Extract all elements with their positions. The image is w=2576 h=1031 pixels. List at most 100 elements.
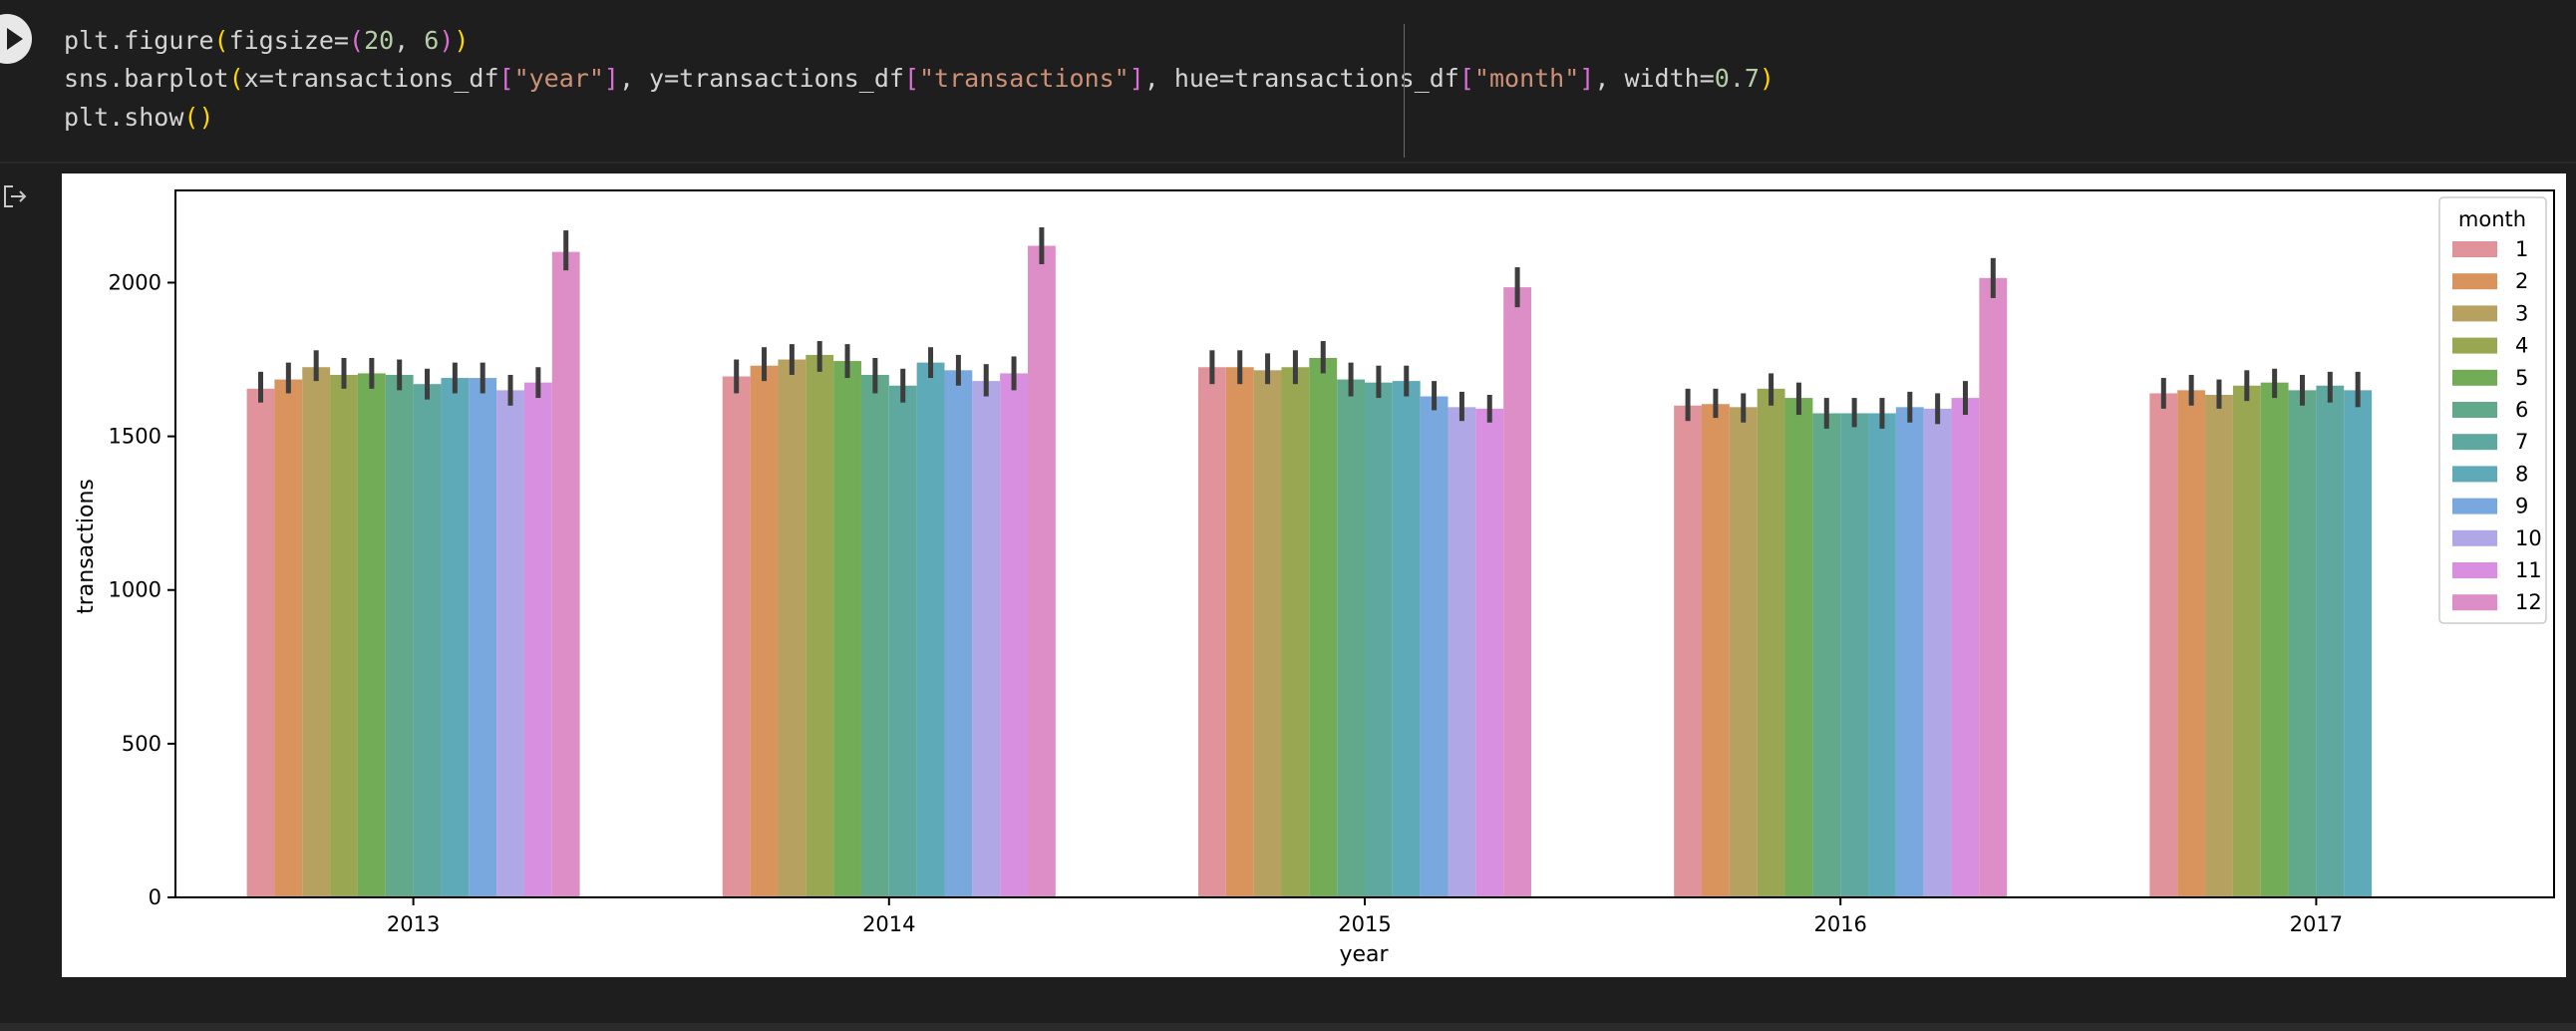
bar (972, 381, 1001, 897)
bar (916, 362, 945, 897)
code-token: [ (498, 64, 514, 93)
bar (2344, 390, 2373, 897)
code-token: plt.show (64, 103, 184, 132)
bar (2288, 390, 2317, 897)
bar (1309, 358, 1338, 897)
code-token: figsize= (228, 26, 349, 55)
x-tick-label: 2013 (387, 912, 440, 936)
code-token: [ (1458, 64, 1474, 93)
bar (274, 379, 303, 897)
bar (1784, 398, 1813, 897)
legend-label: 1 (2515, 237, 2528, 261)
bar (2205, 394, 2233, 897)
legend-swatch (2452, 337, 2497, 354)
bar (2177, 390, 2206, 897)
output-panel: 0 500 1000 1500 2000 2013 2014 2015 2016 2017 ye… (62, 173, 2566, 977)
bar (1729, 407, 1758, 897)
bar (1840, 413, 1869, 897)
legend-swatch (2452, 241, 2497, 257)
code-token: ) (439, 26, 455, 55)
bars-layer (246, 245, 2373, 898)
bar (1027, 245, 1056, 897)
legend-label: 11 (2515, 558, 2542, 582)
bar (551, 251, 580, 897)
bar (1392, 381, 1421, 897)
code-line-1[interactable]: plt.figure(figsize=(20, 6)) (64, 26, 469, 55)
bar (860, 374, 889, 897)
bar (1868, 413, 1896, 897)
x-tick-label: 2017 (2290, 912, 2343, 936)
y-axis-label: transactions (74, 479, 99, 614)
y-tick-label: 500 (122, 732, 161, 756)
bar (1475, 408, 1504, 897)
bar (722, 376, 751, 897)
code-token: , width= (1594, 64, 1715, 93)
legend-swatch (2452, 305, 2497, 322)
bar (302, 367, 331, 897)
code-token: ] (1128, 64, 1144, 93)
bar (1420, 396, 1449, 897)
bar (2260, 382, 2289, 897)
legend-swatch (2452, 562, 2497, 578)
bar (246, 388, 275, 897)
bar (330, 374, 358, 897)
bar (523, 382, 552, 897)
code-token: , y=transactions_df (618, 64, 904, 93)
code-line-3[interactable]: plt.show() (64, 103, 214, 132)
y-tick-label: 2000 (109, 270, 161, 294)
legend-label: 6 (2515, 398, 2528, 422)
code-token: ] (1579, 64, 1595, 93)
legend-swatch (2452, 402, 2497, 418)
bar (750, 365, 779, 897)
bar (888, 385, 917, 897)
code-token: ( (349, 26, 365, 55)
x-axis: 2013 2014 2015 2016 2017 (387, 897, 2343, 936)
legend-label: 4 (2515, 334, 2528, 358)
legend-label: 5 (2515, 366, 2528, 390)
bar (1923, 408, 1952, 897)
legend: month 123456789101112 (2438, 196, 2547, 624)
y-tick-label: 0 (149, 885, 161, 909)
code-token: ) (1759, 64, 1774, 93)
bar (1365, 382, 1393, 897)
output-arrow-icon[interactable] (2, 183, 28, 209)
cell-footer (0, 1023, 2576, 1031)
bar (441, 378, 470, 897)
bar (944, 370, 973, 897)
code-editor[interactable]: plt.figure(figsize=(20, 6)) sns.barplot(… (0, 0, 2576, 164)
bar (1979, 277, 2008, 898)
legend-swatch (2452, 529, 2497, 546)
bar (1503, 287, 1532, 898)
y-tick-label: 1000 (109, 578, 161, 602)
code-token: "month" (1473, 64, 1580, 93)
legend-label: 7 (2515, 430, 2528, 454)
bar (1812, 413, 1841, 897)
bar (1895, 407, 1924, 897)
notebook-cell: plt.figure(figsize=(20, 6)) sns.barplot(… (0, 0, 2576, 1031)
bar (1000, 373, 1028, 897)
bar (469, 378, 497, 897)
legend-title: month (2458, 207, 2526, 231)
code-token: [ (903, 64, 919, 93)
legend-swatch (2452, 434, 2497, 451)
bar (2232, 385, 2261, 897)
bar (1253, 370, 1282, 897)
legend-label: 2 (2515, 269, 2528, 293)
code-line-2[interactable]: sns.barplot(x=transactions_df["year"], y… (64, 64, 1774, 93)
code-token: x=transactions_df (243, 64, 499, 93)
code-token: plt.figure (64, 26, 214, 55)
play-icon[interactable] (0, 14, 32, 64)
x-tick-label: 2016 (1813, 912, 1866, 936)
code-token: ] (603, 64, 619, 93)
x-tick-label: 2014 (862, 912, 915, 936)
code-token: 0.7 (1714, 64, 1760, 93)
code-token: ( (228, 64, 244, 93)
bar (2316, 385, 2345, 897)
code-token: , (394, 26, 425, 55)
legend-swatch (2452, 594, 2497, 611)
bar (805, 354, 834, 897)
y-tick-label: 1500 (109, 425, 161, 449)
bar (357, 373, 386, 897)
y-axis: 0 500 1000 1500 2000 (109, 270, 175, 909)
bar (413, 384, 442, 897)
